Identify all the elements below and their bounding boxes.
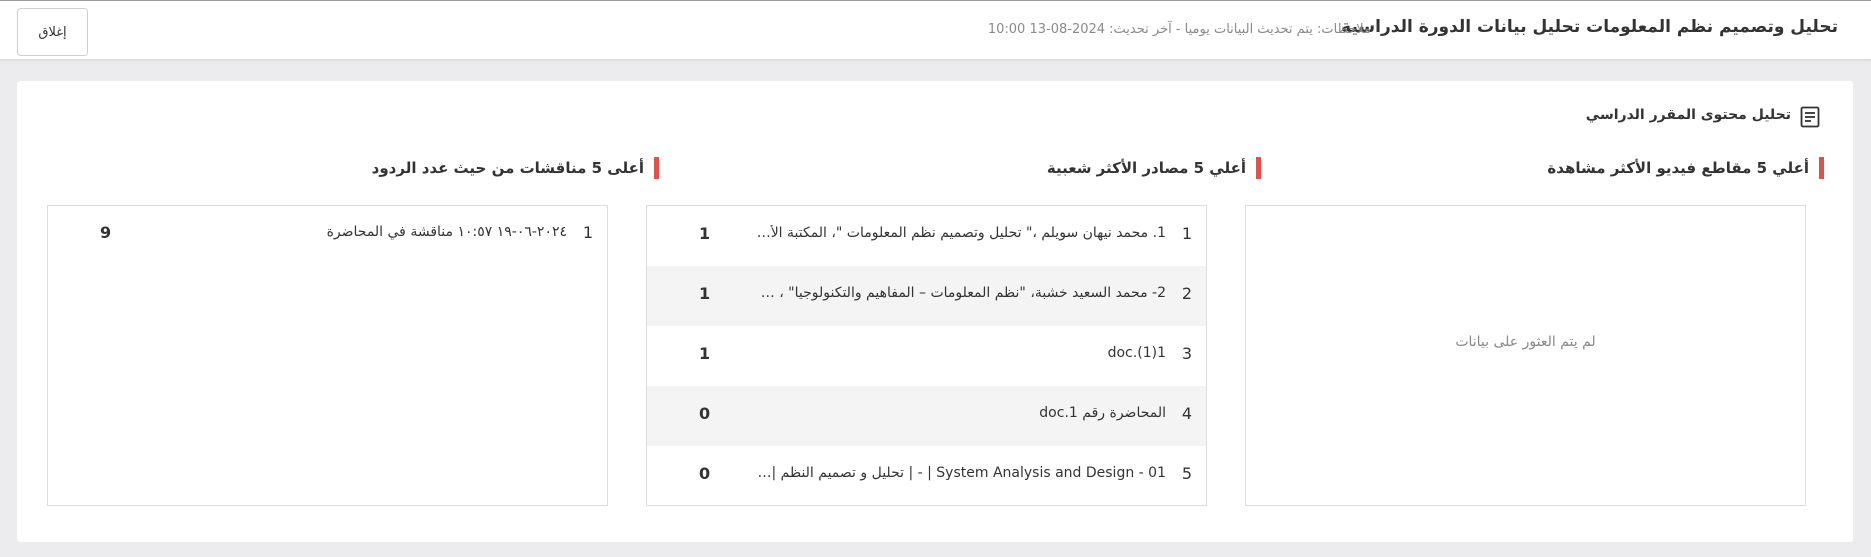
discussions-panel-title: أعلى 5 مناقشات من حيث عدد الردود (371, 159, 644, 177)
list-item[interactable]: 4 المحاضرة رقم 1.doc 0 (647, 386, 1206, 446)
videos-panel-title: أعلي 5 مقاطع فيديو الأكثر مشاهدة (1547, 159, 1809, 177)
resources-panel-title: أعلي 5 مصادر الأكثر شعبية (1046, 159, 1246, 177)
list-item[interactable]: 1 1. محمد نيهان سويلم ،" تحليل وتصميم نظ… (647, 206, 1206, 266)
videos-panel-header: أعلي 5 مقاطع فيديو الأكثر مشاهدة (1264, 157, 1824, 179)
empty-state-message: لم يتم العثور على بيانات (1455, 334, 1596, 350)
resource-title[interactable]: 01 - System Analysis and Design | - | تح… (756, 465, 1166, 481)
discussion-title[interactable]: ٢٠٢٤-٠٦-١٩ ١٠:٥٧ مناقشة في المحاضرة (157, 224, 567, 240)
rank-number: 4 (1181, 404, 1192, 423)
top-bar: تحليل وتصميم نظم المعلومات تحليل بيانات … (0, 0, 1871, 60)
rank-number: 3 (1181, 344, 1192, 363)
document-icon (1800, 106, 1820, 128)
rank-number: 5 (1181, 464, 1192, 483)
usage-count: 1 (699, 224, 711, 243)
resource-title[interactable]: المحاضرة رقم 1.doc (756, 405, 1166, 421)
usage-count: 0 (699, 404, 711, 423)
resource-title[interactable]: 2- محمد السعيد خشبة، "نظم المعلومات – ال… (756, 285, 1166, 301)
content-card: تحليل محتوى المقرر الدراسي أعلي 5 مقاطع … (17, 81, 1853, 542)
resource-title[interactable]: 1. محمد نيهان سويلم ،" تحليل وتصميم نظم … (756, 225, 1166, 241)
section-title: تحليل محتوى المقرر الدراسي (1585, 107, 1791, 123)
update-notes: ملاحظات: يتم تحديث البيانات يوميا - آخر … (987, 22, 1371, 37)
list-item[interactable]: 5 01 - System Analysis and Design | - | … (647, 446, 1206, 505)
usage-count: 1 (699, 284, 711, 303)
list-item[interactable]: 3 1(1).doc 1 (647, 326, 1206, 386)
list-item[interactable]: 1 ٢٠٢٤-٠٦-١٩ ١٠:٥٧ مناقشة في المحاضرة 9 (48, 206, 607, 262)
list-item[interactable]: 2 2- محمد السعيد خشبة، "نظم المعلومات – … (647, 266, 1206, 326)
close-button[interactable]: إغلاق (17, 8, 88, 56)
usage-count: 1 (699, 344, 711, 363)
resources-panel: 1 1. محمد نيهان سويلم ،" تحليل وتصميم نظ… (646, 205, 1207, 506)
reply-count: 9 (100, 223, 112, 242)
usage-count: 0 (699, 464, 711, 483)
page-title: تحليل وتصميم نظم المعلومات تحليل بيانات … (1341, 17, 1838, 37)
accent-bar (1256, 157, 1261, 179)
rank-number: 2 (1181, 284, 1192, 303)
resources-panel-header: أعلي 5 مصادر الأكثر شعبية (701, 157, 1261, 179)
accent-bar (654, 157, 659, 179)
rank-number: 1 (1181, 224, 1192, 243)
discussions-panel-header: أعلى 5 مناقشات من حيث عدد الردود (99, 157, 659, 179)
accent-bar (1819, 157, 1824, 179)
discussions-panel: 1 ٢٠٢٤-٠٦-١٩ ١٠:٥٧ مناقشة في المحاضرة 9 (47, 205, 608, 506)
videos-panel: لم يتم العثور على بيانات (1245, 205, 1806, 506)
rank-number: 1 (582, 223, 593, 242)
resource-title[interactable]: 1(1).doc (756, 345, 1166, 361)
